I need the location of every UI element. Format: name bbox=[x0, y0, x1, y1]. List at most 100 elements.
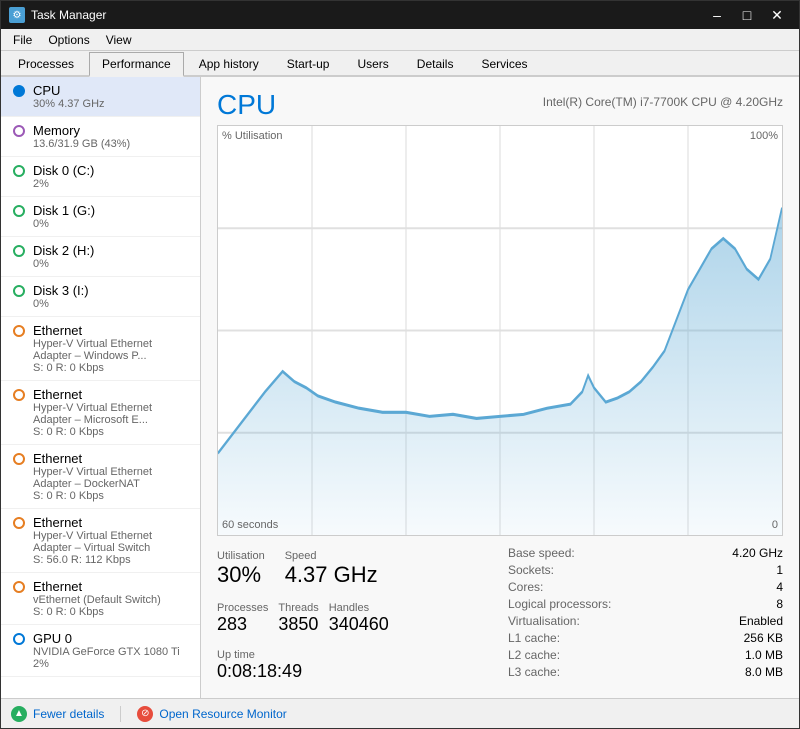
eth1-speed: S: 0 R: 0 Kbps bbox=[33, 362, 190, 374]
cpu-chart: % Utilisation 100% bbox=[217, 125, 783, 536]
sidebar-item-eth3[interactable]: Ethernet Hyper-V Virtual Ethernet Adapte… bbox=[1, 445, 200, 509]
window-title: Task Manager bbox=[31, 8, 106, 22]
footer: ▲ Fewer details ⊘ Open Resource Monitor bbox=[1, 698, 799, 728]
sockets-value: 1 bbox=[776, 563, 783, 577]
utilisation-block: Utilisation 30% bbox=[217, 546, 265, 592]
stat-row-2: Processes 283 Threads 3850 Handles 34046… bbox=[217, 598, 492, 639]
eth4-dot bbox=[13, 517, 25, 529]
gpu0-name: NVIDIA GeForce GTX 1080 Ti bbox=[33, 646, 190, 658]
speed-label: Speed bbox=[285, 550, 378, 562]
sidebar-item-disk0-header: Disk 0 (C:) bbox=[13, 163, 190, 178]
gpu0-label: GPU 0 bbox=[33, 631, 72, 646]
base-speed-label: Base speed: bbox=[508, 546, 575, 560]
disk0-label: Disk 0 (C:) bbox=[33, 163, 94, 178]
eth2-dot bbox=[13, 389, 25, 401]
tab-users[interactable]: Users bbox=[344, 52, 401, 75]
chart-100-label: 100% bbox=[750, 130, 778, 142]
processes-value: 283 bbox=[217, 614, 268, 635]
tab-details[interactable]: Details bbox=[404, 52, 467, 75]
l3-value: 8.0 MB bbox=[745, 665, 783, 679]
processes-label: Processes bbox=[217, 602, 268, 614]
sidebar-item-eth1[interactable]: Ethernet Hyper-V Virtual Ethernet Adapte… bbox=[1, 317, 200, 381]
handles-label: Handles bbox=[329, 602, 389, 614]
l2-value: 1.0 MB bbox=[745, 648, 783, 662]
fewer-details-button[interactable]: ▲ Fewer details bbox=[11, 706, 104, 722]
cpu-label: CPU bbox=[33, 83, 60, 98]
disk1-label: Disk 1 (G:) bbox=[33, 203, 95, 218]
sidebar-item-eth2[interactable]: Ethernet Hyper-V Virtual Ethernet Adapte… bbox=[1, 381, 200, 445]
right-stat-base-speed: Base speed: 4.20 GHz bbox=[508, 546, 783, 560]
virtualisation-label: Virtualisation: bbox=[508, 614, 580, 628]
resource-monitor-icon: ⊘ bbox=[137, 706, 153, 722]
minimize-button[interactable]: – bbox=[703, 5, 731, 25]
title-bar: ⚙ Task Manager – □ ✕ bbox=[1, 1, 799, 29]
gpu0-dot bbox=[13, 633, 25, 645]
sidebar-item-memory-header: Memory bbox=[13, 123, 190, 138]
cpu-value: 30% 4.37 GHz bbox=[33, 98, 190, 110]
chart-x-right-label: 0 bbox=[772, 519, 778, 531]
eth1-adapter: Hyper-V Virtual Ethernet Adapter – Windo… bbox=[33, 338, 190, 362]
memory-value: 13.6/31.9 GB (43%) bbox=[33, 138, 190, 150]
tab-startup[interactable]: Start-up bbox=[274, 52, 343, 75]
open-resource-monitor-label: Open Resource Monitor bbox=[159, 707, 286, 721]
tab-services[interactable]: Services bbox=[468, 52, 540, 75]
eth2-label: Ethernet bbox=[33, 387, 82, 402]
uptime-value: 0:08:18:49 bbox=[217, 661, 492, 682]
tab-processes[interactable]: Processes bbox=[5, 52, 87, 75]
sidebar-item-gpu0[interactable]: GPU 0 NVIDIA GeForce GTX 1080 Ti 2% bbox=[1, 625, 200, 677]
disk2-label: Disk 2 (H:) bbox=[33, 243, 94, 258]
threads-block: Threads 3850 bbox=[278, 598, 318, 639]
eth5-adapter: vEthernet (Default Switch) bbox=[33, 594, 190, 606]
eth3-dot bbox=[13, 453, 25, 465]
right-stat-l3: L3 cache: 8.0 MB bbox=[508, 665, 783, 679]
eth1-label: Ethernet bbox=[33, 323, 82, 338]
eth1-dot bbox=[13, 325, 25, 337]
tab-performance[interactable]: Performance bbox=[89, 52, 184, 77]
app-icon: ⚙ bbox=[9, 7, 25, 23]
disk3-dot bbox=[13, 285, 25, 297]
speed-block: Speed 4.37 GHz bbox=[285, 546, 378, 592]
sidebar-item-disk2[interactable]: Disk 2 (H:) 0% bbox=[1, 237, 200, 277]
eth4-adapter: Hyper-V Virtual Ethernet Adapter – Virtu… bbox=[33, 530, 190, 554]
sidebar-item-disk2-header: Disk 2 (H:) bbox=[13, 243, 190, 258]
speed-value: 4.37 GHz bbox=[285, 562, 378, 588]
utilisation-value: 30% bbox=[217, 562, 265, 588]
base-speed-value: 4.20 GHz bbox=[732, 546, 783, 560]
utilisation-label: Utilisation bbox=[217, 550, 265, 562]
sidebar-item-cpu-header: CPU bbox=[13, 83, 190, 98]
logical-value: 8 bbox=[776, 597, 783, 611]
maximize-button[interactable]: □ bbox=[733, 5, 761, 25]
threads-value: 3850 bbox=[278, 614, 318, 635]
menu-options[interactable]: Options bbox=[40, 31, 97, 49]
chart-x-left-label: 60 seconds bbox=[222, 519, 278, 531]
disk0-dot bbox=[13, 165, 25, 177]
stat-row-1: Utilisation 30% Speed 4.37 GHz bbox=[217, 546, 492, 592]
sidebar-item-disk3[interactable]: Disk 3 (I:) 0% bbox=[1, 277, 200, 317]
right-stats-panel: Base speed: 4.20 GHz Sockets: 1 Cores: 4… bbox=[492, 546, 783, 686]
logical-label: Logical processors: bbox=[508, 597, 611, 611]
eth3-adapter: Hyper-V Virtual Ethernet Adapter – Docke… bbox=[33, 466, 190, 490]
disk1-dot bbox=[13, 205, 25, 217]
sidebar-item-cpu[interactable]: CPU 30% 4.37 GHz bbox=[1, 77, 200, 117]
open-resource-monitor-button[interactable]: ⊘ Open Resource Monitor bbox=[137, 706, 286, 722]
cores-label: Cores: bbox=[508, 580, 543, 594]
l1-label: L1 cache: bbox=[508, 631, 560, 645]
tab-app-history[interactable]: App history bbox=[186, 52, 272, 75]
uptime-label: Up time bbox=[217, 649, 492, 661]
sidebar-item-eth4[interactable]: Ethernet Hyper-V Virtual Ethernet Adapte… bbox=[1, 509, 200, 573]
menu-view[interactable]: View bbox=[98, 31, 140, 49]
right-stat-cores: Cores: 4 bbox=[508, 580, 783, 594]
sidebar-item-disk0[interactable]: Disk 0 (C:) 2% bbox=[1, 157, 200, 197]
sidebar: CPU 30% 4.37 GHz Memory 13.6/31.9 GB (43… bbox=[1, 77, 201, 698]
sidebar-item-memory[interactable]: Memory 13.6/31.9 GB (43%) bbox=[1, 117, 200, 157]
main-panel: CPU Intel(R) Core(TM) i7-7700K CPU @ 4.2… bbox=[201, 77, 799, 698]
sidebar-item-disk1[interactable]: Disk 1 (G:) 0% bbox=[1, 197, 200, 237]
sidebar-item-eth5[interactable]: Ethernet vEthernet (Default Switch) S: 0… bbox=[1, 573, 200, 625]
sidebar-item-eth2-header: Ethernet bbox=[13, 387, 190, 402]
eth2-adapter: Hyper-V Virtual Ethernet Adapter – Micro… bbox=[33, 402, 190, 426]
panel-title: CPU bbox=[217, 89, 276, 121]
cpu-dot bbox=[13, 85, 25, 97]
menu-file[interactable]: File bbox=[5, 31, 40, 49]
right-stat-virtualisation: Virtualisation: Enabled bbox=[508, 614, 783, 628]
close-button[interactable]: ✕ bbox=[763, 5, 791, 25]
